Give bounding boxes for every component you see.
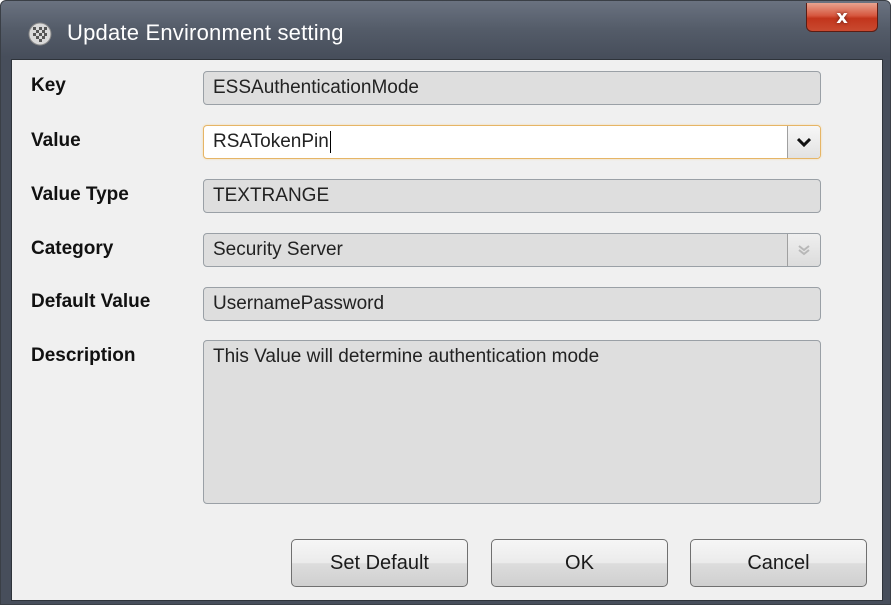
- category-label: Category: [31, 238, 114, 259]
- close-button[interactable]: x: [806, 3, 878, 32]
- settings-gear-icon: [28, 22, 52, 46]
- key-field[interactable]: ESSAuthenticationMode: [203, 71, 821, 105]
- set-default-button[interactable]: Set Default: [291, 539, 468, 587]
- default-value-label: Default Value: [31, 291, 151, 312]
- key-label: Key: [31, 75, 66, 96]
- chevron-down-icon: [797, 137, 811, 147]
- ok-button[interactable]: OK: [491, 539, 668, 587]
- description-value: This Value will determine authentication…: [213, 346, 600, 367]
- title-bar[interactable]: Update Environment setting x: [1, 1, 890, 65]
- close-icon: x: [836, 6, 848, 28]
- value-label: Value: [31, 130, 81, 151]
- dialog-content: Key ESSAuthenticationMode Value RSAToken…: [11, 59, 883, 601]
- chevron-down-icon: [798, 245, 810, 256]
- value-input-text: RSATokenPin: [213, 131, 329, 152]
- value-type-value: TEXTRANGE: [213, 185, 330, 206]
- key-value: ESSAuthenticationMode: [213, 77, 419, 98]
- value-type-field[interactable]: TEXTRANGE: [203, 179, 821, 213]
- category-dropdown-button[interactable]: [787, 234, 820, 266]
- value-combobox[interactable]: RSATokenPin: [203, 125, 821, 159]
- value-type-label: Value Type: [31, 184, 129, 205]
- default-value-field[interactable]: UsernamePassword: [203, 287, 821, 321]
- dialog-window: Update Environment setting x Key ESSAuth…: [0, 0, 891, 605]
- default-value-value: UsernamePassword: [213, 293, 385, 314]
- category-combobox[interactable]: Security Server: [203, 233, 821, 267]
- value-dropdown-button[interactable]: [787, 126, 820, 158]
- window-title: Update Environment setting: [67, 20, 344, 45]
- description-label: Description: [31, 345, 136, 366]
- description-textarea[interactable]: This Value will determine authentication…: [203, 340, 821, 504]
- text-cursor: [329, 130, 331, 153]
- cancel-button[interactable]: Cancel: [690, 539, 867, 587]
- category-value: Security Server: [213, 239, 343, 260]
